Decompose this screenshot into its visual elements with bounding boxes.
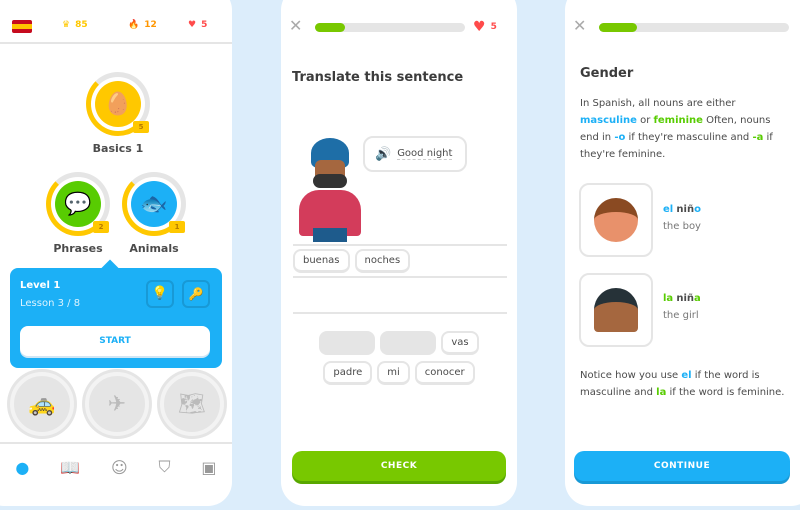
learn-icon[interactable]: ● — [15, 458, 29, 477]
character-illustration — [293, 138, 367, 244]
streak-stat[interactable]: 🔥 12 — [128, 20, 157, 30]
test-out-key-button[interactable]: 🔑 — [182, 280, 210, 308]
girl-face-illustration — [594, 288, 638, 332]
lesson-progress-bar — [599, 23, 789, 32]
tips-screen: ✕ Gender In Spanish, all nouns are eithe… — [565, 0, 800, 506]
lesson-progress-bar — [315, 23, 465, 32]
word-tile[interactable]: mi — [377, 361, 410, 385]
word-bank: vas padre mi conocer — [281, 331, 517, 385]
close-icon[interactable]: ✕ — [289, 16, 302, 35]
used-tile-placeholder — [319, 331, 376, 355]
shop-icon[interactable]: ▣ — [201, 458, 216, 477]
prompt-text[interactable]: Good night — [397, 148, 453, 160]
taxi-icon: 🚕 — [28, 391, 56, 417]
tips-note: Notice how you use el if the word is mas… — [580, 370, 785, 398]
girl-image-card — [579, 273, 653, 347]
continue-button[interactable]: CONTINUE — [574, 451, 790, 481]
word-tile[interactable]: vas — [441, 331, 479, 355]
hearts-stat[interactable]: ♥ 5 — [188, 20, 207, 30]
hearts-stat: ♥ 5 — [473, 19, 497, 35]
locked-skill-map[interactable]: 🗺 — [160, 372, 224, 436]
profile-icon[interactable]: ☺ — [111, 458, 128, 477]
spain-flag-icon[interactable] — [12, 20, 32, 33]
check-button[interactable]: CHECK — [292, 451, 506, 481]
map-icon: 🗺 — [178, 391, 206, 417]
word-tile[interactable]: conocer — [414, 361, 475, 385]
lesson-popup: Level 1 Lesson 3 / 8 💡 🔑 START — [10, 259, 222, 368]
league-icon[interactable]: ⛉ — [159, 457, 171, 477]
boy-image-card — [579, 183, 653, 257]
progress-fill — [599, 23, 637, 32]
tips-intro: In Spanish, all nouns are either masculi… — [580, 98, 773, 160]
answer-tile[interactable]: noches — [354, 249, 411, 273]
heart-icon: ♥ — [473, 19, 486, 35]
heart-icon: ♥ — [188, 20, 197, 30]
answer-tile[interactable]: buenas — [293, 249, 350, 273]
exercise-title: Translate this sentence — [292, 70, 464, 85]
popup-title: Level 1 — [20, 280, 61, 291]
skill-animals[interactable]: 🐟 1 Animals — [116, 172, 192, 255]
used-tile-placeholder — [380, 331, 437, 355]
crowns-stat[interactable]: ♛ 85 — [62, 20, 88, 30]
locked-skill-taxi[interactable]: 🚕 — [10, 372, 74, 436]
example-la-nina: la niña the girl — [663, 293, 701, 321]
speaker-icon[interactable]: 🔊 — [375, 147, 391, 162]
tips-lightbulb-button[interactable]: 💡 — [146, 280, 174, 308]
lesson-screen: ✕ ♥ 5 Translate this sentence 🔊 Good nigh… — [281, 0, 517, 506]
skill-basics-1[interactable]: 🥚 5 Basics 1 — [80, 72, 156, 155]
bottom-nav: ● 📖 ☺ ⛉ ▣ — [0, 442, 232, 490]
flame-icon: 🔥 — [128, 20, 140, 30]
airplane-icon: ✈ — [107, 391, 127, 417]
popup-subtitle: Lesson 3 / 8 — [20, 298, 81, 309]
tips-title: Gender — [580, 66, 634, 81]
boy-face-illustration — [594, 198, 638, 242]
locked-skill-airplane[interactable]: ✈ — [85, 372, 149, 436]
stories-icon[interactable]: 📖 — [60, 458, 80, 477]
speech-bubble: 🔊 Good night — [363, 136, 467, 172]
word-tile[interactable]: padre — [323, 361, 373, 385]
crown-icon: ♛ — [62, 20, 71, 30]
close-icon[interactable]: ✕ — [573, 16, 586, 35]
home-screen: ♛ 85 🔥 12 ♥ 5 🥚 5 Basics 1 💬 2 Phrases 🐟 1 Ani… — [0, 0, 232, 506]
answer-line — [293, 312, 507, 314]
example-el-nino: el niño the boy — [663, 204, 701, 232]
stats-bar: ♛ 85 🔥 12 ♥ 5 — [0, 0, 232, 44]
skill-phrases[interactable]: 💬 2 Phrases — [40, 172, 116, 255]
start-button[interactable]: START — [20, 326, 210, 356]
progress-fill — [315, 23, 345, 32]
answer-area: buenas noches — [293, 244, 507, 278]
